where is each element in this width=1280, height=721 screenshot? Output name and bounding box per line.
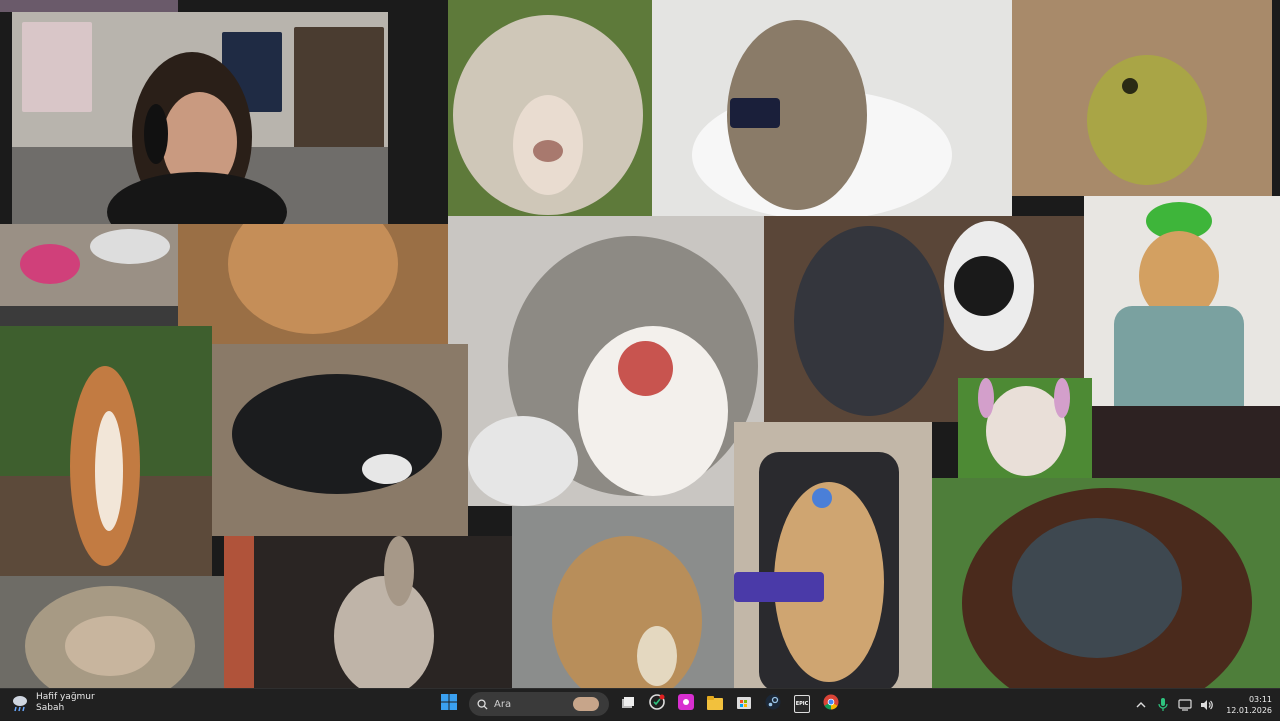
squirrel-tile (0, 326, 212, 576)
app-icon (649, 694, 665, 714)
epic-games-icon: EPIC (794, 695, 810, 713)
monkey-tile (0, 576, 224, 688)
weather-subtitle: Sabah (36, 703, 65, 713)
toilet-cat-tile (652, 0, 1012, 216)
rain-cloud-icon (10, 693, 30, 713)
weather-title: Hafif yağmur (36, 692, 95, 702)
chrome-icon (823, 694, 839, 714)
weather-widget[interactable]: Hafif yağmur Sabah (10, 692, 95, 714)
gamer-cat-tile (734, 422, 932, 688)
taskbar-file-explorer[interactable] (702, 691, 728, 717)
taskbar-steam[interactable] (760, 691, 786, 717)
store-icon (736, 694, 752, 714)
green-hat-cat-tile (1084, 196, 1280, 478)
taskbar-chrome[interactable] (818, 691, 844, 717)
search-icon (477, 695, 488, 714)
search-highlight-icon (573, 697, 599, 711)
taskbar-app-circle[interactable] (644, 691, 670, 717)
taskbar-store[interactable] (731, 691, 757, 717)
clock-time: 03:11 (1248, 695, 1272, 704)
start-button[interactable] (436, 691, 462, 717)
taskbar: Hafif yağmur Sabah Ara EPIC 03:11 12.01.… (0, 688, 1280, 720)
black-dog-tile (212, 344, 468, 536)
orangutan-tile (932, 478, 1280, 688)
taskbar-pink-app[interactable] (673, 691, 699, 717)
bunny-bulldog-tile (958, 378, 1092, 478)
frog-tile (1012, 0, 1272, 196)
task-view-icon (621, 695, 635, 714)
clock-date: 12.01.2026 (1226, 706, 1272, 715)
taskbar-epic-games[interactable]: EPIC (789, 691, 815, 717)
puppy-tile (512, 506, 734, 688)
tile-pink-shoe (0, 224, 178, 306)
pink-app-icon (678, 694, 694, 714)
file-explorer-icon (707, 695, 723, 714)
donkey-tile (224, 536, 512, 688)
chevron-up-icon[interactable] (1134, 698, 1148, 712)
microphone-icon[interactable] (1156, 698, 1170, 712)
volume-icon[interactable] (1200, 698, 1214, 712)
windows-start-icon (441, 694, 457, 714)
search-box[interactable]: Ara (469, 692, 609, 716)
webcam-tile (12, 12, 388, 224)
search-placeholder: Ara (494, 698, 512, 710)
clock[interactable]: 03:11 12.01.2026 (1226, 694, 1272, 716)
display-icon[interactable] (1178, 698, 1192, 712)
tile-dog-floor (178, 224, 448, 344)
steam-icon (765, 694, 781, 714)
tile-dark-strip (0, 306, 178, 326)
task-view-button[interactable] (615, 691, 641, 717)
shocked-cat-tile (448, 216, 764, 506)
epic-label: EPIC (795, 701, 809, 707)
tile-top-left-strip (0, 0, 178, 12)
sheep-tile (448, 0, 652, 216)
